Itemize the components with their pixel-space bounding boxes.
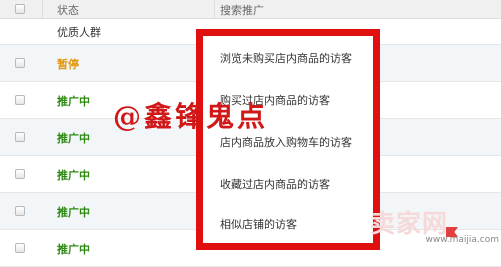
status-badge: 推广中: [57, 95, 90, 108]
site-logo: 卖家网 www.maijia.com: [370, 204, 501, 247]
select-all-checkbox[interactable]: [15, 4, 25, 14]
row-checkbox[interactable]: [15, 58, 25, 68]
row-checkbox[interactable]: [15, 95, 25, 105]
status-column-header[interactable]: 状态: [57, 2, 79, 18]
watermark-text: @鑫锋鬼点: [113, 100, 269, 133]
audience-option[interactable]: 店内商品放入购物车的访客: [220, 134, 352, 150]
status-badge: 暂停: [57, 58, 79, 71]
row-checkbox[interactable]: [15, 206, 25, 216]
segment-label: 优质人群: [57, 26, 101, 39]
audience-option[interactable]: 收藏过店内商品的访客: [220, 176, 330, 192]
audience-option[interactable]: 相似店铺的访客: [220, 216, 297, 232]
column-divider: [214, 0, 215, 18]
status-badge: 推广中: [57, 243, 90, 256]
status-badge: 推广中: [57, 206, 90, 219]
row-checkbox[interactable]: [15, 169, 25, 179]
column-divider: [42, 0, 43, 18]
row-checkbox[interactable]: [15, 243, 25, 253]
status-badge: 推广中: [57, 132, 90, 145]
table-header: 状态 搜索推广: [0, 0, 501, 19]
logo-url: www.maijia.com: [425, 235, 500, 245]
audience-popup: 浏览未购买店内商品的访客 购买过店内商品的访客 店内商品放入购物车的访客 收藏过…: [196, 29, 380, 250]
row-checkbox[interactable]: [15, 132, 25, 142]
status-badge: 推广中: [57, 169, 90, 182]
targeting-column-header[interactable]: 搜索推广: [220, 2, 264, 18]
audience-option[interactable]: 浏览未购买店内商品的访客: [220, 50, 352, 66]
